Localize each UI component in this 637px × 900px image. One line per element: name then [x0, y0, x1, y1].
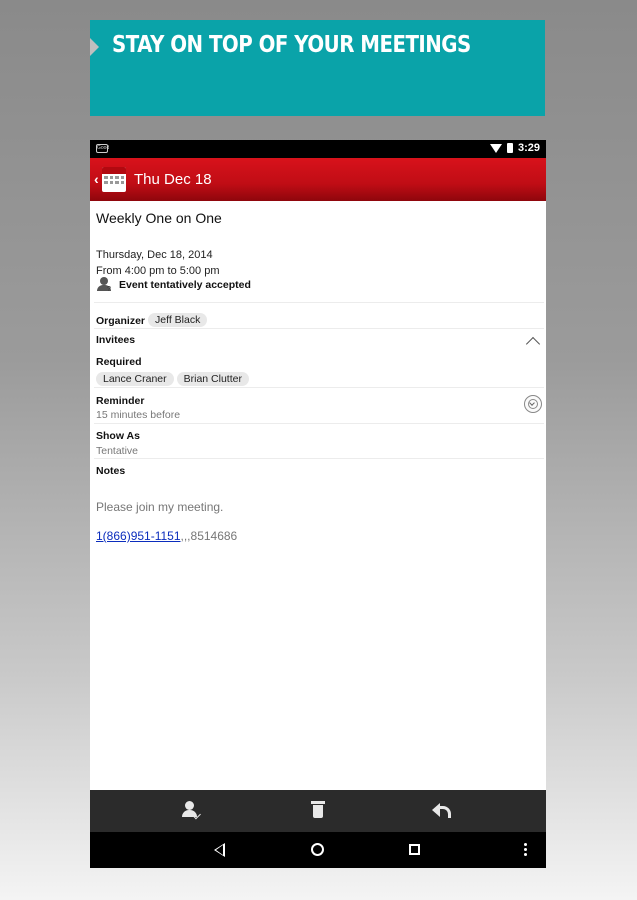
- app-bar-title: Thu Dec 18: [134, 171, 212, 188]
- promo-banner: STAY ON TOP OF YOUR MEETINGS: [90, 20, 545, 116]
- app-bar: ‹ Thu Dec 18: [90, 158, 546, 201]
- phone-suffix: ,,,8514686: [180, 529, 238, 543]
- status-time: 3:29: [517, 142, 540, 154]
- organizer-label: Organizer: [96, 315, 146, 327]
- event-time: From 4:00 pm to 5:00 pm: [96, 265, 220, 277]
- status-bar: Good 3:29: [90, 140, 546, 158]
- invitee-chip[interactable]: Brian Clutter: [176, 372, 249, 386]
- back-icon[interactable]: [214, 843, 225, 857]
- delete-icon[interactable]: [308, 800, 330, 822]
- organizer-chip[interactable]: Jeff Black: [148, 313, 208, 327]
- divider: [94, 387, 544, 388]
- system-nav-bar: [90, 832, 546, 868]
- banner-title: STAY ON TOP OF YOUR MEETINGS: [112, 32, 471, 58]
- device-screen: Good 3:29 ‹ Thu Dec 18 Weekly One on One…: [90, 140, 546, 868]
- tentative-person-icon: ?: [96, 277, 112, 293]
- invitee-chips: Lance Craner Brian Clutter: [96, 372, 252, 386]
- invitees-label: Invitees: [96, 334, 136, 346]
- response-status: ? Event tentatively accepted: [96, 277, 251, 293]
- phone-link[interactable]: 1(866)951-1151: [96, 529, 181, 543]
- home-icon[interactable]: [311, 843, 324, 856]
- notes-label: Notes: [96, 465, 126, 477]
- reminder-value: 15 minutes before: [96, 409, 181, 421]
- wifi-icon: [489, 143, 502, 153]
- menu-icon[interactable]: [524, 843, 527, 857]
- action-toolbar: [90, 790, 546, 832]
- divider: [94, 458, 544, 459]
- divider: [94, 328, 544, 329]
- battery-icon: [506, 143, 513, 153]
- response-status-text: Event tentatively accepted: [119, 279, 251, 291]
- show-as-label: Show As: [96, 430, 140, 442]
- divider: [94, 302, 544, 303]
- reply-icon[interactable]: [432, 800, 454, 822]
- recents-icon[interactable]: [409, 844, 420, 855]
- required-label: Required: [96, 356, 142, 368]
- event-date: Thursday, Dec 18, 2014: [96, 249, 213, 261]
- accept-icon[interactable]: [181, 800, 203, 822]
- calendar-icon[interactable]: [102, 167, 126, 192]
- notes-phone: 1(866)951-1151,,,8514686: [96, 529, 237, 543]
- event-title: Weekly One on One: [96, 210, 222, 226]
- banner-notch: [90, 38, 99, 56]
- invitee-chip[interactable]: Lance Craner: [96, 372, 174, 386]
- reminder-dropdown-icon[interactable]: [524, 395, 542, 413]
- back-chevron-icon[interactable]: ‹: [94, 171, 99, 187]
- notes-body: Please join my meeting.: [96, 500, 224, 514]
- show-as-value: Tentative: [96, 445, 139, 457]
- reminder-label: Reminder: [96, 395, 145, 407]
- divider: [94, 423, 544, 424]
- good-app-icon: Good: [96, 144, 110, 153]
- chevron-up-icon[interactable]: [525, 336, 541, 352]
